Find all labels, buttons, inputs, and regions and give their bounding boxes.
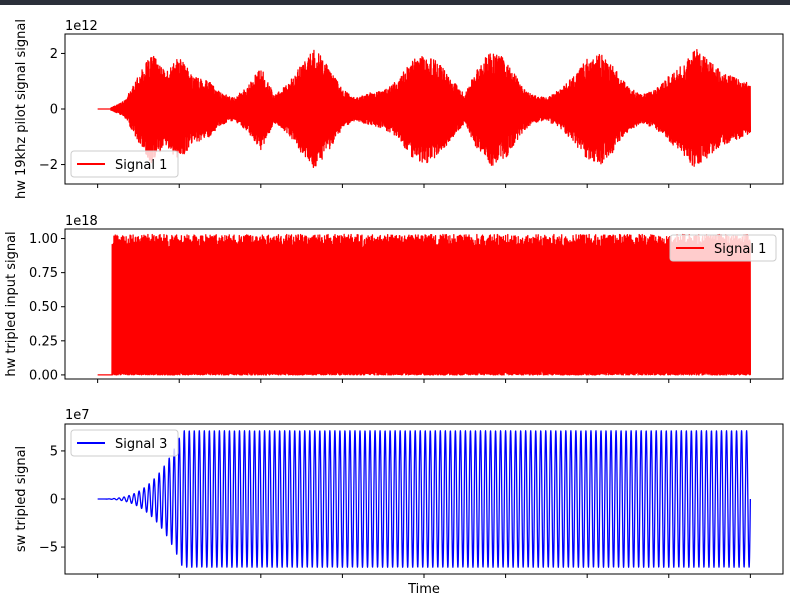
y-tick-label: 0.00 (29, 368, 58, 383)
panel-2: 0.00 0.25 0.50 0.75 1.00 1e18 hw tripled inp… (4, 214, 784, 383)
panel-1: −2 0 2 1e12 hw 19khz pilot signal signal S… (14, 19, 784, 199)
x-axis-label: Time (407, 582, 440, 597)
panel-2-ylabel: hw tripled input signal (4, 231, 19, 376)
panel-1-legend-label: Signal 1 (115, 158, 167, 173)
y-tick-label: 0.75 (29, 266, 58, 281)
panel-1-legend: Signal 1 (70, 150, 179, 178)
panel-2-legend: Signal 1 (669, 234, 777, 262)
y-tick-label: 0 (50, 493, 58, 508)
y-tick-label: 2 (50, 47, 58, 62)
panel-3-legend-label: Signal 3 (115, 437, 167, 452)
y-tick-label: 1.00 (29, 232, 58, 247)
figure: −2 0 2 1e12 hw 19khz pilot signal signal S… (4, 19, 784, 597)
series-line-2 (97, 233, 752, 376)
y-tick-label: −2 (39, 158, 58, 173)
y-tick-label: 0.25 (29, 334, 58, 349)
y-tick-label: 0 (50, 103, 58, 118)
panel-2-series (97, 233, 752, 376)
series-line-3 (97, 430, 752, 568)
panel-3-offset-text: 1e7 (65, 408, 90, 423)
panel-2-offset-text: 1e18 (65, 214, 98, 229)
y-tick-label: 0.50 (29, 300, 58, 315)
panel-1-offset-text: 1e12 (65, 19, 98, 34)
panel-1-ylabel: hw 19khz pilot signal signal (14, 19, 29, 199)
panel-3-series (97, 430, 752, 568)
y-tick-label: −5 (39, 541, 58, 556)
panel-3: −5 0 5 1e7 sw tripled signal Time Signal 3 (14, 408, 784, 597)
panel-3-ylabel: sw tripled signal (14, 446, 29, 552)
panel-3-legend: Signal 3 (70, 429, 179, 457)
panel-2-legend-label: Signal 1 (714, 242, 766, 257)
y-tick-label: 5 (50, 444, 58, 459)
